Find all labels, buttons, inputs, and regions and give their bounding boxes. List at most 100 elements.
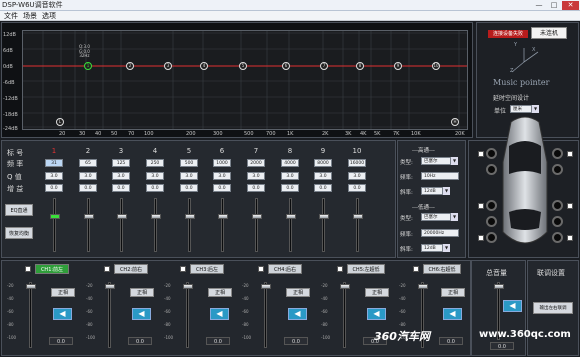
channel-6-button[interactable]: CH6:右超低: [423, 264, 461, 274]
channel-checkbox[interactable]: [104, 266, 110, 272]
master-volume-value[interactable]: 0.0: [490, 342, 514, 350]
highpass-type-select[interactable]: 巴塞尔: [421, 157, 451, 165]
channel-volume-thumb[interactable]: [26, 284, 36, 289]
speaker-mute-icon[interactable]: ◀: [503, 300, 522, 312]
lowpass-freq-input[interactable]: 20000Hz: [421, 229, 459, 237]
speaker-icon[interactable]: [552, 216, 563, 227]
phase-button[interactable]: 正相: [51, 288, 75, 297]
freq-input[interactable]: 250: [146, 159, 164, 167]
gain-input[interactable]: 0.0: [180, 184, 198, 192]
gain-slider-thumb[interactable]: [117, 214, 127, 219]
speaker-mute-icon[interactable]: ◀: [132, 308, 151, 320]
eq-node-10[interactable]: 10: [432, 62, 440, 70]
channel-2-button[interactable]: CH2:前右: [114, 264, 148, 274]
eq-node-lowpass[interactable]: L: [56, 118, 64, 126]
eq-node-2[interactable]: 2: [126, 62, 134, 70]
gain-slider-thumb[interactable]: [252, 214, 262, 219]
speaker-checkbox[interactable]: [478, 235, 484, 241]
channel-value[interactable]: 0.0: [128, 337, 152, 345]
speaker-checkbox[interactable]: [478, 203, 484, 209]
chevron-down-icon[interactable]: ▼: [443, 244, 450, 252]
gain-slider-track[interactable]: [255, 198, 258, 252]
band-index[interactable]: 10: [348, 147, 366, 155]
channel-volume-track[interactable]: [343, 282, 346, 348]
q-input[interactable]: 3.0: [247, 172, 265, 180]
chevron-down-icon[interactable]: ▼: [451, 157, 458, 165]
q-input[interactable]: 3.0: [314, 172, 332, 180]
gain-slider-thumb[interactable]: [50, 214, 60, 219]
speaker-mute-icon[interactable]: ◀: [288, 308, 307, 320]
speaker-icon[interactable]: [486, 232, 497, 243]
speaker-checkbox[interactable]: [567, 203, 573, 209]
gain-input[interactable]: 0.0: [146, 184, 164, 192]
eq-node-6[interactable]: 6: [282, 62, 290, 70]
gain-slider-track[interactable]: [322, 198, 325, 252]
channel-value[interactable]: 0.0: [49, 337, 73, 345]
channel-volume-thumb[interactable]: [340, 284, 350, 289]
q-input[interactable]: 3.0: [146, 172, 164, 180]
channel-value[interactable]: 0.0: [206, 337, 230, 345]
speaker-checkbox[interactable]: [567, 151, 573, 157]
band-index[interactable]: 2: [79, 147, 97, 155]
master-volume-thumb[interactable]: [494, 284, 504, 289]
channel-value[interactable]: 0.0: [284, 337, 308, 345]
speaker-icon[interactable]: [486, 200, 497, 211]
speaker-icon[interactable]: [486, 164, 497, 175]
channel-volume-thumb[interactable]: [261, 284, 271, 289]
channel-value[interactable]: 0.0: [439, 337, 463, 345]
gain-slider-track[interactable]: [356, 198, 359, 252]
band-index[interactable]: 5: [180, 147, 198, 155]
channel-checkbox[interactable]: [180, 266, 186, 272]
chevron-down-icon[interactable]: ▼: [451, 213, 458, 221]
gain-slider-thumb[interactable]: [353, 214, 363, 219]
gain-slider-thumb[interactable]: [218, 214, 228, 219]
phase-button[interactable]: 正相: [441, 288, 465, 297]
lowpass-slope-select[interactable]: 12dB: [421, 244, 443, 252]
eq-node-highpass[interactable]: H: [451, 118, 459, 126]
q-input[interactable]: 3.0: [348, 172, 366, 180]
freq-input[interactable]: 125: [112, 159, 130, 167]
eq-node-9[interactable]: 9: [394, 62, 402, 70]
channel-volume-track[interactable]: [29, 282, 32, 348]
highpass-slope-select[interactable]: 12dB: [421, 187, 443, 195]
speaker-icon[interactable]: [552, 200, 563, 211]
gain-slider-thumb[interactable]: [286, 214, 296, 219]
band-index[interactable]: 8: [281, 147, 299, 155]
eq-node-3[interactable]: 3: [164, 62, 172, 70]
channel-checkbox[interactable]: [258, 266, 264, 272]
gain-slider-track[interactable]: [120, 198, 123, 252]
close-button[interactable]: ✕: [562, 1, 579, 10]
q-input[interactable]: 3.0: [112, 172, 130, 180]
eq-node-1[interactable]: 1: [84, 62, 92, 70]
freq-input[interactable]: 1000: [213, 159, 231, 167]
freq-input[interactable]: 4000: [281, 159, 299, 167]
speaker-checkbox[interactable]: [478, 151, 484, 157]
gain-input[interactable]: 0.0: [112, 184, 130, 192]
q-input[interactable]: 3.0: [180, 172, 198, 180]
channel-4-button[interactable]: CH4:后右: [268, 264, 302, 274]
eq-reset-button[interactable]: 恢复均衡: [5, 227, 33, 239]
menu-options[interactable]: 选项: [42, 11, 56, 21]
channel-volume-track[interactable]: [264, 282, 267, 348]
q-input[interactable]: 3.0: [281, 172, 299, 180]
phase-button[interactable]: 正相: [130, 288, 154, 297]
gain-slider-track[interactable]: [188, 198, 191, 252]
q-input[interactable]: 3.0: [213, 172, 231, 180]
freq-input[interactable]: 2000: [247, 159, 265, 167]
eq-node-8[interactable]: 8: [356, 62, 364, 70]
highpass-freq-input[interactable]: 10Hz: [421, 172, 459, 180]
eq-node-7[interactable]: 7: [320, 62, 328, 70]
channel-volume-thumb[interactable]: [418, 284, 428, 289]
gain-slider-thumb[interactable]: [151, 214, 161, 219]
gain-input[interactable]: 0.0: [45, 184, 63, 192]
gain-slider-track[interactable]: [87, 198, 90, 252]
channel-volume-track[interactable]: [108, 282, 111, 348]
q-input[interactable]: 3.0: [79, 172, 97, 180]
channel-checkbox[interactable]: [25, 266, 31, 272]
band-index[interactable]: 9: [314, 147, 332, 155]
channel-volume-thumb[interactable]: [105, 284, 115, 289]
gain-input[interactable]: 0.0: [213, 184, 231, 192]
menu-scene[interactable]: 场景: [23, 11, 37, 21]
phase-button[interactable]: 正相: [365, 288, 389, 297]
gain-input[interactable]: 0.0: [79, 184, 97, 192]
